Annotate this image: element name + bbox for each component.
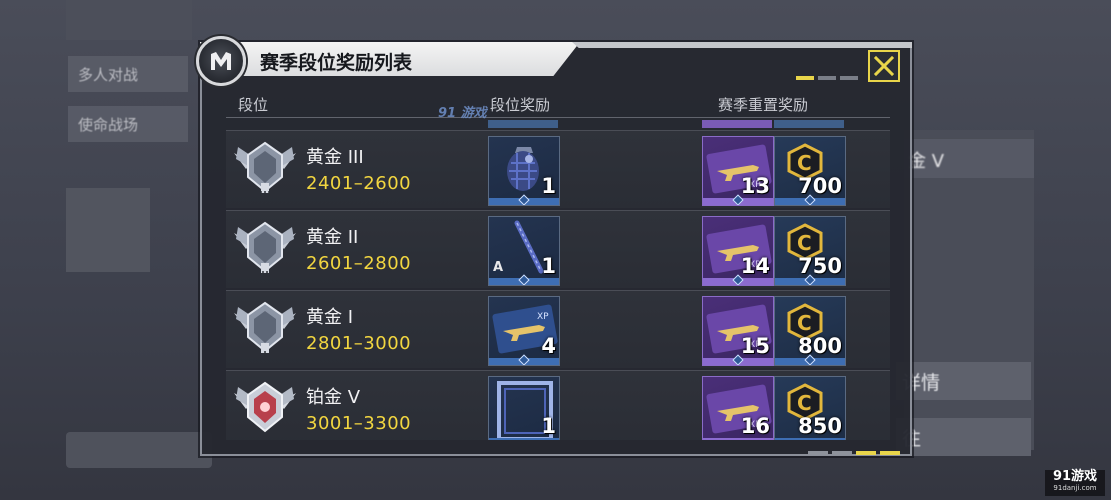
- watermark-top: 91 游戏: [438, 106, 487, 121]
- column-header-rank: 段位: [238, 96, 269, 114]
- list-item[interactable]: 黄金 I 2801–3000 XP 4 XP 15 C 800: [226, 290, 890, 368]
- background-menu-item: 使命战场: [68, 106, 188, 142]
- item-count: 14: [740, 254, 770, 278]
- item-count: 4: [541, 334, 556, 358]
- reset-reward-card[interactable]: C 850: [774, 376, 846, 440]
- page-dot: [818, 76, 836, 80]
- list-item[interactable]: 黄金 II 2601–2800 A 1 XP 14 C 750: [226, 210, 890, 288]
- rank-badge-gold-icon: [234, 221, 296, 277]
- rank-score-range: 2401–2600: [306, 173, 412, 194]
- rarity-bar: [489, 438, 559, 440]
- reset-reward-card[interactable]: C 750: [774, 216, 846, 286]
- item-card-partial: [488, 120, 558, 128]
- svg-text:XP: XP: [537, 312, 549, 322]
- background-top-left-panel: [66, 0, 192, 40]
- reset-reward-card[interactable]: XP 13: [702, 136, 774, 206]
- item-count: 1: [541, 174, 556, 198]
- item-count: 850: [798, 414, 842, 438]
- background-right-panel: 金 V: [904, 130, 1034, 450]
- reset-reward-card[interactable]: C 700: [774, 136, 846, 206]
- svg-text:C: C: [797, 391, 812, 415]
- season-rank-rewards-dialog: 赛季段位奖励列表 段位 段位奖励 赛季重置奖励 91 游戏 黄金 III 240…: [196, 36, 912, 456]
- close-button[interactable]: [868, 50, 900, 82]
- reset-reward-card[interactable]: C 800: [774, 296, 846, 366]
- rewards-list[interactable]: 黄金 III 2401–2600 1 XP 13 C 700 黄金 II 260…: [226, 120, 890, 440]
- reset-reward-card[interactable]: XP 14: [702, 216, 774, 286]
- background-right-row: 金 V: [904, 138, 1034, 178]
- background-side-panel: [66, 188, 150, 272]
- item-count: 700: [798, 174, 842, 198]
- page-dot: [796, 76, 814, 80]
- rank-name: 铂金 V: [306, 387, 361, 408]
- rank-badge-platinum-icon: [234, 381, 296, 433]
- background-menu-label: 多人对战: [78, 66, 139, 84]
- column-header-rank-reward: 段位奖励: [490, 96, 551, 114]
- reset-reward-card[interactable]: XP 15: [702, 296, 774, 366]
- game-emblem-icon: [196, 36, 246, 86]
- rank-reward-card[interactable]: A 1: [488, 216, 560, 286]
- column-header-season-reset-reward: 赛季重置奖励: [718, 96, 809, 114]
- rank-reward-card[interactable]: 1: [488, 376, 560, 440]
- charm-tag: A: [493, 260, 504, 275]
- svg-text:C: C: [797, 231, 812, 255]
- rank-score-range: 2601–2800: [306, 253, 412, 274]
- rank-score-range: 3001–3300: [306, 413, 412, 434]
- dialog-title: 赛季段位奖励列表: [260, 52, 413, 74]
- title-stripe: [572, 42, 912, 48]
- item-card-partial: [774, 120, 844, 128]
- list-item[interactable]: 黄金 III 2401–2600 1 XP 13 C 700: [226, 130, 890, 208]
- scroll-indicator: [808, 451, 900, 455]
- close-x-icon: [873, 55, 895, 77]
- scroll-dot: [856, 451, 876, 455]
- reset-reward-card[interactable]: XP 16: [702, 376, 774, 440]
- item-count: 800: [798, 334, 842, 358]
- corner-watermark: 91游戏 91danji.com: [1045, 470, 1105, 496]
- item-card-partial: [702, 120, 772, 128]
- scroll-dot: [880, 451, 900, 455]
- item-count: 750: [798, 254, 842, 278]
- scroll-dot: [808, 451, 828, 455]
- background-bottom-panel: [66, 432, 212, 468]
- rank-badge-gold-icon: [234, 141, 296, 197]
- list-item-partial: [226, 120, 890, 128]
- background-details-button: 详情: [896, 362, 1031, 400]
- rank-score-range: 2801–3000: [306, 333, 412, 354]
- svg-text:C: C: [797, 151, 812, 175]
- watermark-sub-text: 91danji.com: [1053, 484, 1097, 492]
- item-count: 15: [740, 334, 770, 358]
- rarity-bar: [703, 438, 773, 440]
- rank-badge-gold-icon: [234, 301, 296, 357]
- watermark-main-text: 91游戏: [1052, 469, 1098, 484]
- table-header: 段位 段位奖励 赛季重置奖励 91 游戏: [226, 88, 890, 121]
- rank-name: 黄金 II: [306, 227, 359, 248]
- background-menu-label: 使命战场: [78, 116, 139, 134]
- page-indicator: [796, 76, 858, 80]
- item-count: 16: [740, 414, 770, 438]
- item-count: 13: [740, 174, 770, 198]
- background-go-button: 往: [896, 418, 1031, 456]
- svg-text:C: C: [797, 311, 812, 335]
- list-item[interactable]: 铂金 V 3001–3300 1 XP 16 C 850: [226, 370, 890, 440]
- item-count: 1: [541, 254, 556, 278]
- scroll-dot: [832, 451, 852, 455]
- rank-reward-card[interactable]: XP 4: [488, 296, 560, 366]
- page-dot: [840, 76, 858, 80]
- rank-name: 黄金 I: [306, 307, 354, 328]
- item-count: 1: [541, 414, 556, 438]
- rewards-table: 段位 段位奖励 赛季重置奖励 91 游戏 黄金 III 2401–2600 1 …: [226, 88, 890, 440]
- rank-reward-card[interactable]: 1: [488, 136, 560, 206]
- rarity-bar: [775, 438, 845, 440]
- rank-name: 黄金 III: [306, 147, 364, 168]
- background-right-label: 金 V: [908, 151, 945, 172]
- background-menu-item: 多人对战: [68, 56, 188, 92]
